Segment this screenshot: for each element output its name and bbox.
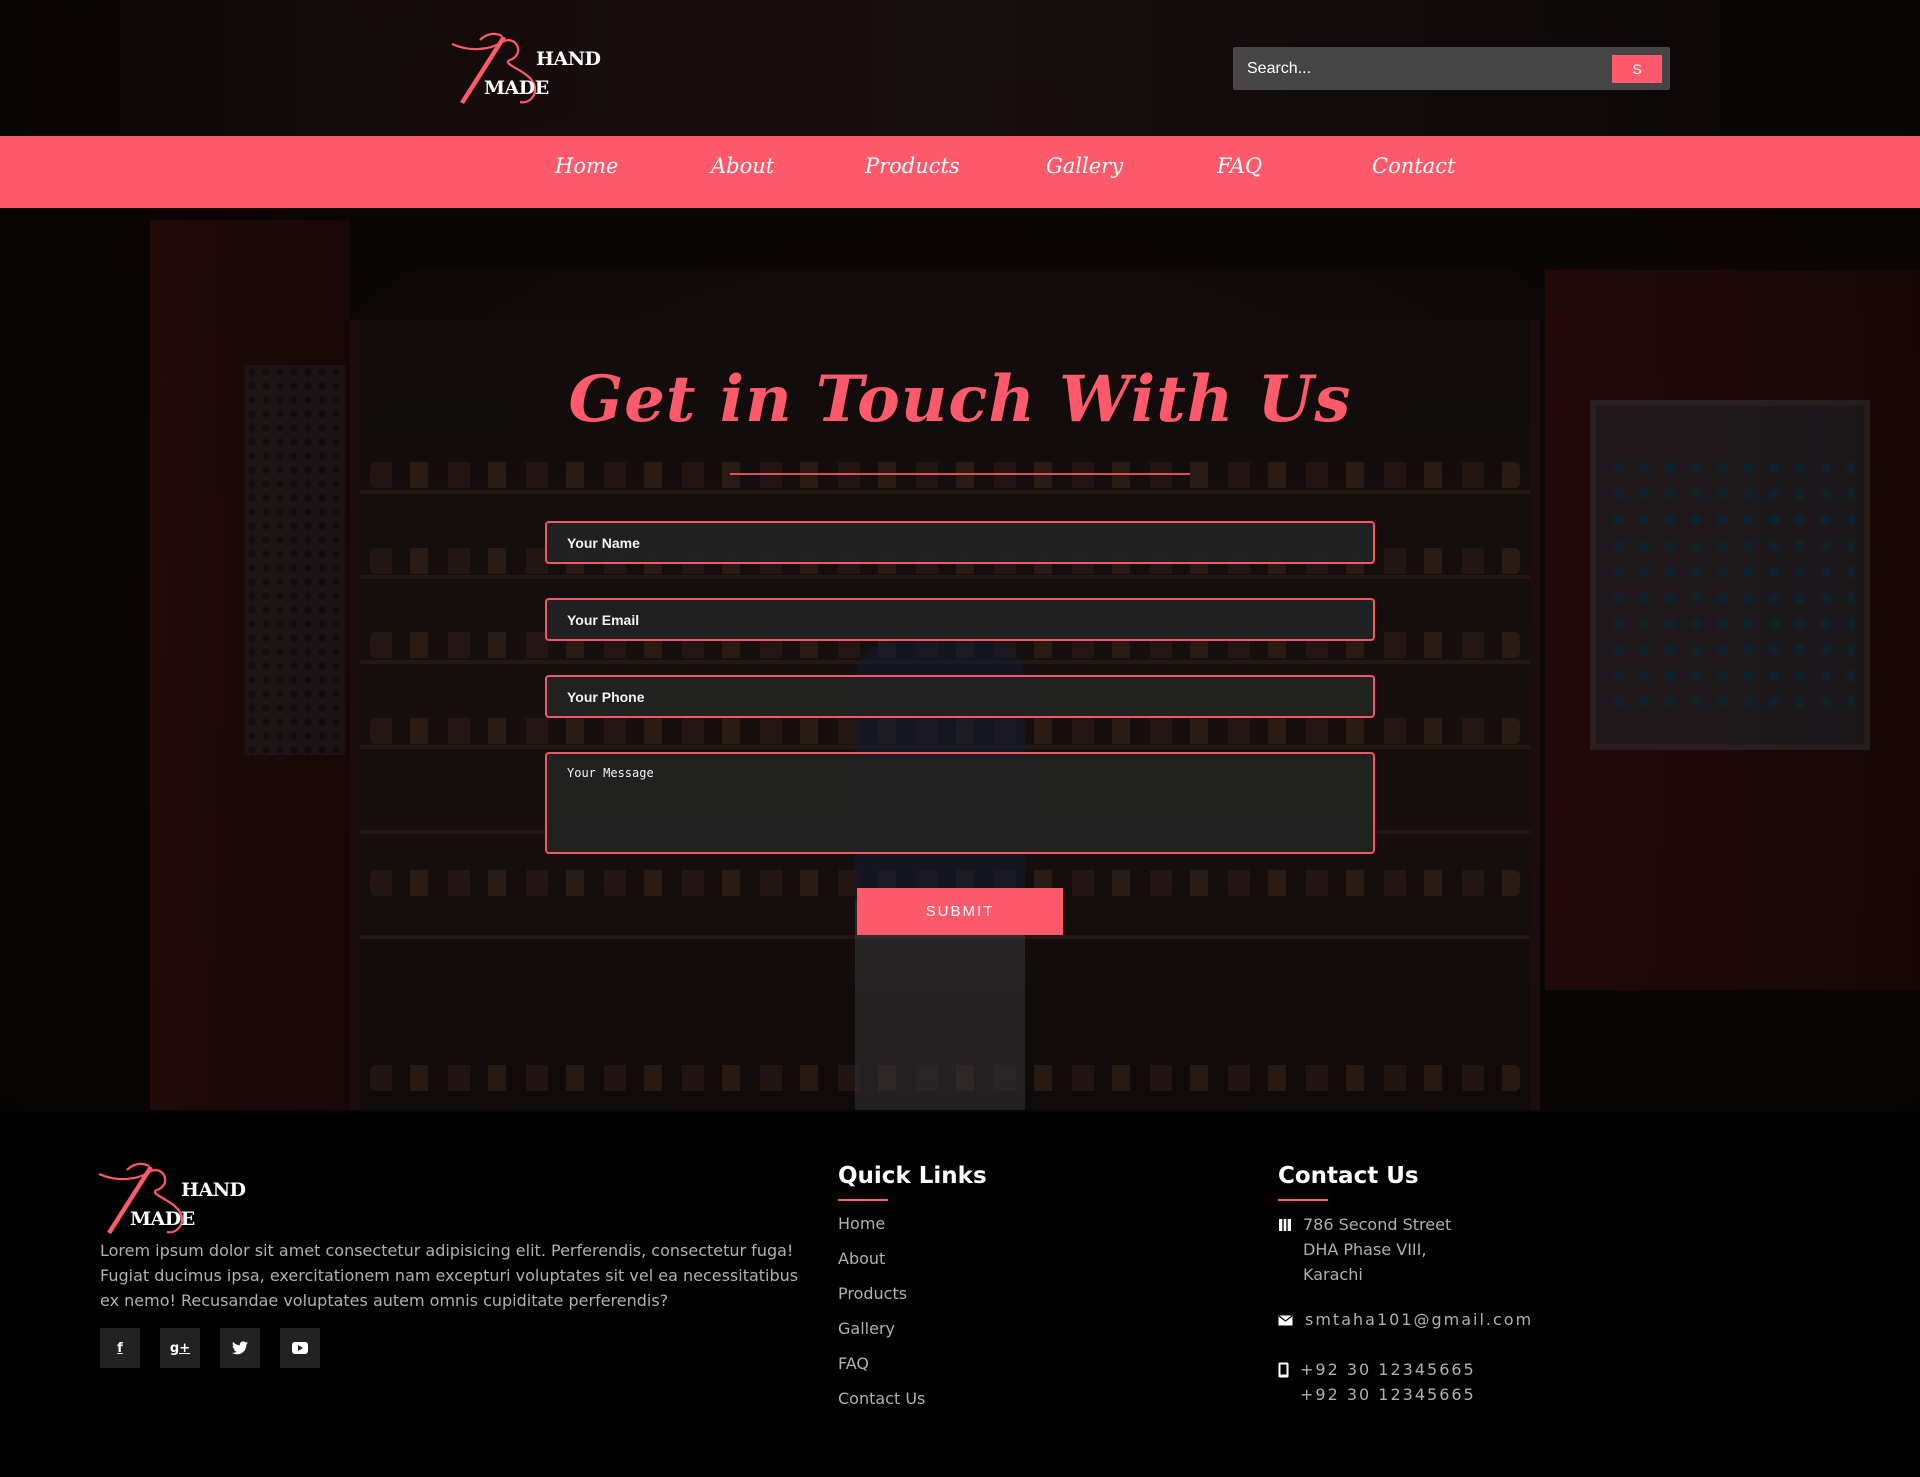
phone-field[interactable] <box>545 675 1375 718</box>
nav-item-products[interactable]: Products <box>865 154 960 178</box>
facebook-icon[interactable]: f <box>100 1328 140 1368</box>
footer-link-faq[interactable]: FAQ <box>838 1354 869 1373</box>
contact-form-title: Get in Touch With Us <box>568 362 1352 437</box>
footer-about-text: Lorem ipsum dolor sit amet consectetur a… <box>100 1241 799 1310</box>
contact-us-underline <box>1278 1199 1328 1201</box>
submit-button[interactable]: SUBMIT <box>857 888 1063 935</box>
footer-link-home[interactable]: Home <box>838 1214 885 1233</box>
phone-number-1: +92 30 12345665 <box>1300 1360 1476 1379</box>
nav-item-gallery[interactable]: Gallery <box>1046 154 1123 178</box>
nav-item-contact[interactable]: Contact <box>1372 154 1455 178</box>
address-line-1: 786 Second Street <box>1303 1215 1452 1234</box>
google-plus-glyph: g+ <box>169 1340 191 1356</box>
nav-item-home[interactable]: Home <box>555 154 618 178</box>
footer-link-contact-us[interactable]: Contact Us <box>838 1389 925 1408</box>
address-line-2: DHA Phase VIII, <box>1303 1240 1427 1259</box>
nav-item-about[interactable]: About <box>711 154 774 178</box>
search-button[interactable]: S <box>1612 54 1662 83</box>
nav-item-faq[interactable]: FAQ <box>1217 154 1262 178</box>
email-field[interactable] <box>545 598 1375 641</box>
footer-link-gallery[interactable]: Gallery <box>838 1319 895 1338</box>
contact-email-link[interactable]: smtaha101@gmail.com <box>1305 1307 1533 1332</box>
main-nav: Home About Products Gallery FAQ Contact <box>0 136 1920 208</box>
facebook-glyph: f <box>117 1340 123 1356</box>
header-logo[interactable]: HAND MADE <box>450 30 601 105</box>
twitter-icon[interactable] <box>220 1328 260 1368</box>
logo-word-made: MADE <box>130 1208 195 1230</box>
name-field[interactable] <box>545 521 1375 564</box>
mobile-icon <box>1278 1362 1289 1378</box>
youtube-icon[interactable] <box>280 1328 320 1368</box>
map-icon <box>1279 1219 1291 1231</box>
footer-link-products[interactable]: Products <box>838 1284 907 1303</box>
google-plus-icon[interactable]: g+ <box>160 1328 200 1368</box>
logo-word-made: MADE <box>484 77 549 99</box>
envelope-icon <box>1278 1315 1293 1326</box>
contact-us-heading: Contact Us <box>1278 1163 1419 1189</box>
search-input[interactable] <box>1233 47 1612 90</box>
logo-word-hand: HAND <box>181 1179 246 1201</box>
twitter-bird-icon <box>232 1341 248 1355</box>
footer-link-about[interactable]: About <box>838 1249 885 1268</box>
quick-links-underline <box>838 1199 888 1201</box>
phone-number-2: +92 30 12345665 <box>1300 1385 1476 1404</box>
youtube-play-icon <box>292 1342 308 1354</box>
message-field[interactable] <box>545 752 1375 854</box>
quick-links-heading: Quick Links <box>838 1163 987 1189</box>
logo-word-hand: HAND <box>536 48 601 70</box>
footer-logo[interactable]: HAND MADE <box>97 1160 247 1235</box>
title-divider <box>730 473 1190 475</box>
address-line-3: Karachi <box>1303 1265 1363 1284</box>
search-bar: S <box>1233 47 1670 90</box>
